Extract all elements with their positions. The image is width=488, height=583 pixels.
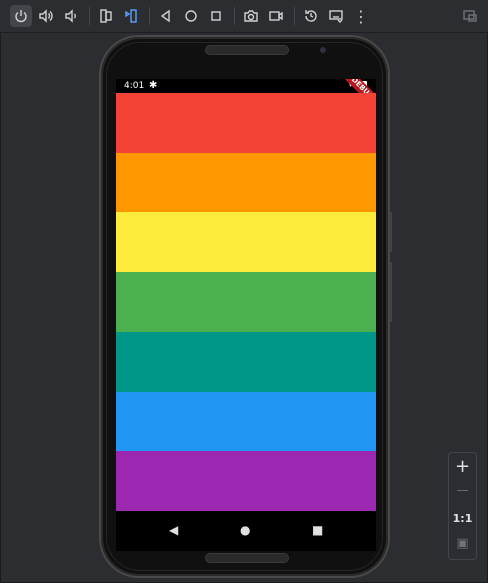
screen-record-button[interactable] xyxy=(265,5,287,27)
camera-icon xyxy=(244,10,258,22)
emulator-toolbar: ⋮ xyxy=(0,0,488,33)
device-screen[interactable]: 4:01 ✱ ▾ DEBUG ◀ ● ■ xyxy=(116,79,376,551)
side-volume-key[interactable] xyxy=(389,262,392,322)
power-icon xyxy=(15,10,27,23)
zoom-in-button[interactable]: + xyxy=(449,456,476,477)
nav-overview-button[interactable]: ■ xyxy=(312,523,323,537)
overview-button[interactable] xyxy=(205,5,227,27)
rotate-left-icon xyxy=(100,9,112,23)
rainbow-stripes xyxy=(116,93,376,512)
volume-up-icon xyxy=(39,9,53,23)
more-button[interactable]: ⋮ xyxy=(350,5,372,27)
color-stripe xyxy=(116,331,376,392)
status-bar: 4:01 ✱ ▾ xyxy=(116,79,376,93)
android-nav-bar: ◀ ● ■ xyxy=(116,511,376,551)
keyboard-button[interactable] xyxy=(325,5,347,27)
color-stripe xyxy=(116,93,376,153)
settings-gear-icon: ✱ xyxy=(149,80,158,91)
zoom-out-button[interactable]: — xyxy=(449,483,476,497)
detach-button[interactable] xyxy=(459,5,481,27)
detach-window-icon xyxy=(463,10,477,22)
square-overview-icon xyxy=(211,11,221,21)
toolbar-separator xyxy=(149,7,150,25)
rotate-right-icon xyxy=(125,9,137,23)
status-time: 4:01 xyxy=(124,81,145,91)
volume-up-button[interactable] xyxy=(35,5,57,27)
bottom-speaker xyxy=(205,553,289,563)
power-button[interactable] xyxy=(10,5,32,27)
screenshot-button[interactable] xyxy=(240,5,262,27)
color-stripe xyxy=(116,272,376,333)
nav-back-button[interactable]: ◀ xyxy=(169,523,178,537)
fit-screen-button[interactable]: ▣ xyxy=(449,536,476,551)
top-speaker xyxy=(205,45,289,55)
color-stripe xyxy=(116,391,376,452)
device-frame: 4:01 ✱ ▾ DEBUG ◀ ● ■ xyxy=(101,37,392,576)
side-power-key[interactable] xyxy=(389,212,392,252)
triangle-back-icon xyxy=(160,9,170,23)
toolbar-separator xyxy=(89,7,90,25)
keyboard-icon xyxy=(329,10,343,23)
toolbar-separator xyxy=(234,7,235,25)
video-camera-icon xyxy=(269,11,283,21)
volume-down-icon xyxy=(65,9,76,23)
color-stripe xyxy=(116,212,376,273)
rotate-left-button[interactable] xyxy=(95,5,117,27)
color-stripe xyxy=(116,152,376,213)
rotate-right-button[interactable] xyxy=(120,5,142,27)
volume-down-button[interactable] xyxy=(60,5,82,27)
snapshot-restore-button[interactable] xyxy=(300,5,322,27)
zoom-panel: + — 1:1 ▣ xyxy=(448,452,477,560)
history-icon xyxy=(305,10,317,22)
front-camera xyxy=(320,47,326,53)
toolbar-separator xyxy=(294,7,295,25)
color-stripe xyxy=(116,451,376,512)
actual-size-button[interactable]: 1:1 xyxy=(449,512,476,525)
home-button[interactable] xyxy=(180,5,202,27)
more-vertical-icon: ⋮ xyxy=(353,6,369,26)
back-button[interactable] xyxy=(155,5,177,27)
circle-home-icon xyxy=(185,10,197,22)
nav-home-button[interactable]: ● xyxy=(240,523,250,537)
